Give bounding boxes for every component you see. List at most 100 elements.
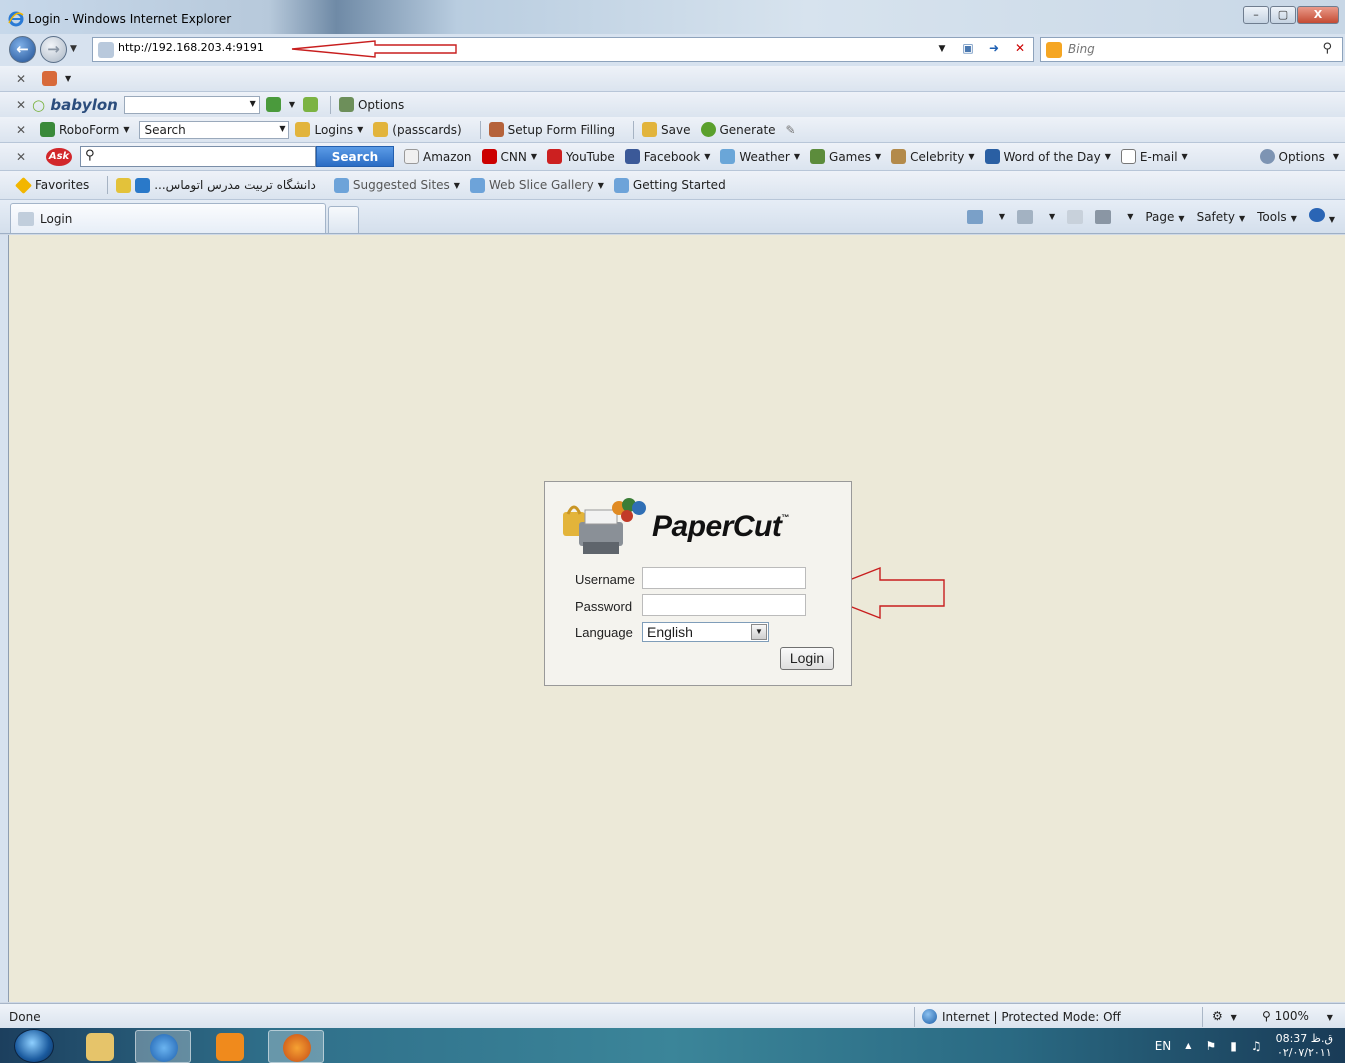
forward-button[interactable]: → bbox=[40, 36, 67, 63]
tab-login[interactable]: Login bbox=[10, 203, 326, 233]
login-button[interactable]: Login bbox=[780, 647, 834, 670]
network-icon[interactable]: ▮ bbox=[1230, 1039, 1237, 1053]
babylon-options-button[interactable]: Options bbox=[338, 97, 404, 112]
close-toolbar-icon[interactable]: ✕ bbox=[10, 72, 32, 86]
chevron-down-icon[interactable]: ▼ bbox=[1127, 212, 1133, 221]
language-select[interactable]: English ▼ bbox=[642, 622, 769, 642]
favorite-label: Getting Started bbox=[632, 178, 726, 192]
zoom-control[interactable]: ⚲ 100% ▼ bbox=[1262, 1009, 1333, 1023]
roboform-save-button[interactable]: Save bbox=[642, 122, 691, 137]
close-toolbar-icon[interactable]: ✕ bbox=[10, 150, 32, 164]
mail-icon[interactable] bbox=[1067, 209, 1084, 224]
taskbar: EN ▲ ⚑ ▮ ♫ 08:37 ق.ظ ۰۲/۰۷/۲۰۱۱ bbox=[0, 1028, 1345, 1063]
favorite-label: ...دانشگاه تربیت مدرس اتوماس bbox=[154, 178, 316, 192]
babylon-dropdown-icon[interactable]: ▼ bbox=[289, 100, 295, 109]
roboform-passcards-button[interactable]: (passcards) bbox=[373, 122, 462, 137]
taskbar-explorer[interactable] bbox=[72, 1030, 128, 1063]
command-bar: ▼ ▼ ▼ Page ▼ Safety ▼ Tools ▼ ▼ bbox=[966, 208, 1335, 225]
favorite-item-getting-started[interactable]: Getting Started bbox=[613, 177, 726, 193]
chevron-down-icon[interactable]: ▼ bbox=[751, 624, 767, 640]
password-field[interactable] bbox=[642, 594, 806, 616]
taskbar-media-player[interactable] bbox=[202, 1030, 258, 1063]
babylon-search-field[interactable]: ▼ bbox=[123, 95, 260, 114]
favorites-button[interactable]: Favorites bbox=[15, 176, 89, 194]
ask-logo[interactable]: Ask bbox=[46, 147, 72, 166]
window-title: Login - Windows Internet Explorer bbox=[28, 12, 232, 26]
new-tab-button[interactable] bbox=[328, 206, 359, 233]
addon-dropdown-icon[interactable]: ▼ bbox=[65, 74, 71, 83]
ie-icon bbox=[150, 1034, 178, 1062]
username-label: Username bbox=[575, 572, 635, 587]
ask-link-celebrity[interactable]: Celebrity ▼ bbox=[891, 149, 975, 164]
address-input[interactable] bbox=[118, 41, 938, 54]
chevron-down-icon: ▼ bbox=[123, 125, 130, 134]
search-input[interactable] bbox=[1068, 42, 1308, 56]
history-dropdown-icon[interactable]: ▼ bbox=[70, 44, 77, 54]
addon-icon[interactable] bbox=[42, 71, 57, 86]
close-toolbar-icon[interactable]: ✕ bbox=[10, 123, 32, 137]
roboform-pen-icon[interactable]: ✎ bbox=[786, 123, 796, 137]
ask-search-input[interactable]: ⚲ bbox=[80, 146, 316, 167]
ask-link-youtube[interactable]: YouTube bbox=[547, 149, 615, 164]
babylon-go-icon[interactable] bbox=[265, 97, 281, 112]
page-menu[interactable]: Page ▼ bbox=[1145, 210, 1184, 224]
maximize-button[interactable]: ▢ bbox=[1270, 6, 1296, 24]
search-box[interactable]: ⚲ bbox=[1040, 37, 1343, 62]
minimize-button[interactable]: – bbox=[1243, 6, 1269, 24]
feeds-icon[interactable] bbox=[1017, 209, 1034, 224]
search-icon[interactable]: ⚲ bbox=[1322, 41, 1332, 56]
safety-menu[interactable]: Safety ▼ bbox=[1197, 210, 1246, 224]
show-hidden-icons-icon[interactable]: ▲ bbox=[1185, 1041, 1191, 1050]
babylon-translate-icon[interactable] bbox=[302, 97, 318, 112]
popup-blocker-icon[interactable]: ⚙ ▼ bbox=[1212, 1009, 1237, 1023]
close-button[interactable]: X bbox=[1297, 6, 1339, 24]
language-indicator[interactable]: EN bbox=[1155, 1039, 1172, 1053]
taskbar-internet-explorer[interactable] bbox=[135, 1030, 191, 1063]
ask-link-cnn[interactable]: CNN ▼ bbox=[481, 149, 537, 164]
chevron-down-icon[interactable]: ▼ bbox=[999, 212, 1005, 221]
roboform-generate-button[interactable]: Generate bbox=[700, 122, 776, 137]
favorite-item-suggested-sites[interactable]: Suggested Sites ▼ bbox=[333, 177, 460, 193]
volume-icon[interactable]: ♫ bbox=[1251, 1039, 1262, 1053]
link-label: Games bbox=[829, 149, 872, 164]
word-icon bbox=[984, 149, 1000, 164]
favorite-item-university[interactable]: ...دانشگاه تربیت مدرس اتوماس bbox=[135, 177, 316, 193]
chevron-down-icon[interactable]: ▼ bbox=[1049, 212, 1055, 221]
login-panel: PaperCut™ Username Password Language Eng… bbox=[544, 481, 852, 686]
roboform-menu-button[interactable]: RoboForm ▼ bbox=[32, 122, 129, 137]
security-zone[interactable]: Internet | Protected Mode: Off bbox=[922, 1009, 1121, 1024]
babylon-logo[interactable]: ○ babylon bbox=[32, 96, 118, 114]
ask-options-button[interactable]: Options ▼ bbox=[1259, 149, 1339, 164]
tools-menu[interactable]: Tools ▼ bbox=[1257, 210, 1297, 224]
ask-link-games[interactable]: Games ▼ bbox=[810, 149, 881, 164]
go-icon[interactable]: ➜ bbox=[985, 41, 1003, 58]
back-button[interactable]: ← bbox=[9, 36, 36, 63]
ask-link-amazon[interactable]: Amazon bbox=[404, 149, 472, 164]
ask-link-word-of-the-day[interactable]: Word of the Day ▼ bbox=[984, 149, 1111, 164]
address-bar[interactable]: ▼ ▣ ➜ ✕ bbox=[92, 37, 1034, 62]
roboform-setup-button[interactable]: Setup Form Filling bbox=[488, 122, 615, 137]
taskbar-firefox[interactable] bbox=[268, 1030, 324, 1063]
home-icon[interactable] bbox=[966, 209, 983, 224]
address-dropdown-icon[interactable]: ▼ bbox=[933, 41, 951, 58]
help-menu[interactable]: ▼ bbox=[1308, 208, 1335, 225]
clock[interactable]: 08:37 ق.ظ ۰۲/۰۷/۲۰۱۱ bbox=[1276, 1032, 1333, 1060]
stop-icon[interactable]: ✕ bbox=[1011, 41, 1029, 58]
ask-link-weather[interactable]: Weather ▼ bbox=[720, 149, 800, 164]
roboform-search-field[interactable]: Search ▼ bbox=[139, 120, 290, 139]
options-icon bbox=[338, 97, 354, 112]
chevron-down-icon: ▼ bbox=[793, 152, 801, 161]
start-button[interactable] bbox=[14, 1029, 54, 1063]
address-row: ← → ▼ ▼ ▣ ➜ ✕ ⚲ bbox=[0, 34, 1345, 66]
ask-search-button[interactable]: Search bbox=[316, 146, 394, 167]
close-toolbar-icon[interactable]: ✕ bbox=[10, 98, 32, 112]
username-field[interactable] bbox=[642, 567, 806, 589]
roboform-logins-button[interactable]: Logins ▼ bbox=[295, 122, 363, 137]
action-center-icon[interactable]: ⚑ bbox=[1205, 1039, 1216, 1053]
print-icon[interactable] bbox=[1095, 209, 1112, 224]
add-favorite-icon[interactable] bbox=[116, 177, 132, 193]
ask-link-facebook[interactable]: Facebook ▼ bbox=[624, 149, 710, 164]
compatibility-view-icon[interactable]: ▣ bbox=[959, 41, 977, 58]
ask-link-email[interactable]: E-mail ▼ bbox=[1120, 149, 1188, 164]
favorite-item-web-slice-gallery[interactable]: Web Slice Gallery ▼ bbox=[469, 177, 604, 193]
